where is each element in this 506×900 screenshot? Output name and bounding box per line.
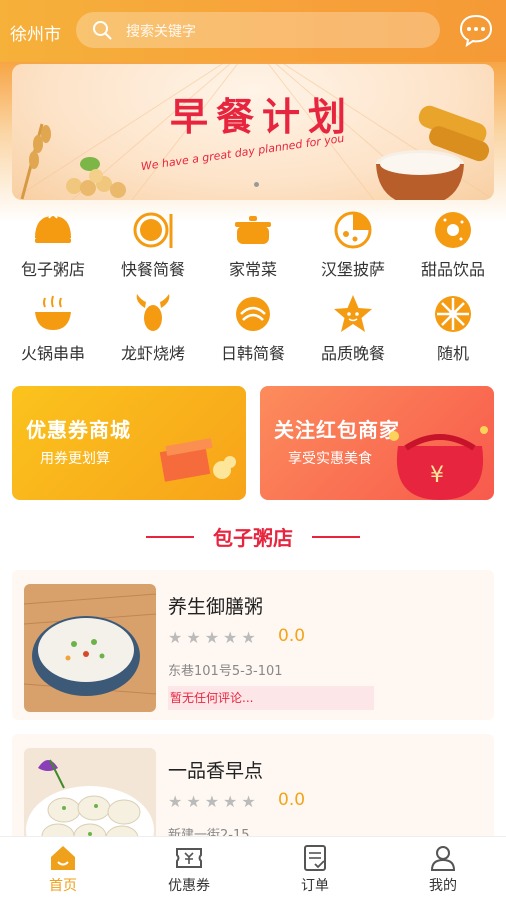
rating-stars: ★★★★★ [168,628,260,647]
porridge-image [24,584,156,712]
shop-name: 一品香早点 [168,760,264,782]
nav-home[interactable]: 首页 [0,843,126,895]
nav-label: 首页 [49,878,77,894]
search-placeholder: 搜索关键字 [126,24,196,40]
nav-label: 订单 [301,878,329,894]
gift-box-icon [159,438,236,482]
category-lobster-bbq[interactable]: 龙虾烧烤 [103,292,203,364]
red-packet-subtitle: 享受实惠美食 [288,451,372,467]
soymilk-image [376,105,490,200]
pizza-icon [334,211,372,249]
bun-icon [35,214,71,243]
home-icon [51,846,75,870]
nav-coupon[interactable]: 优惠券 [126,843,252,895]
category-quality-dinner[interactable]: 品质晚餐 [303,292,403,364]
coupon-mall-subtitle: 用券更划算 [40,451,110,467]
lobster-icon [136,294,170,331]
pot-icon [235,216,271,244]
review-snippet: 暂无任何评论... [168,686,374,710]
category-random[interactable]: 随机 [403,292,503,364]
nav-profile[interactable]: 我的 [380,843,506,895]
rating-score: 0.0 [278,626,306,646]
section-header: 包子粥店 [0,522,506,551]
shop-card[interactable]: 养生御膳粥 ★★★★★ 0.0 东巷101号5-3-101 暂无任何评论... [12,570,494,720]
category-label: 家常菜 [228,260,277,279]
category-burger-pizza[interactable]: 汉堡披萨 [303,208,403,280]
user-icon [430,846,456,871]
red-envelope-icon: ¥ [389,426,488,500]
coupon-icon [176,848,202,868]
hotpot-icon [35,295,71,330]
random-icon [435,296,471,332]
nav-orders[interactable]: 订单 [252,843,378,895]
promo-banner[interactable]: 早餐计划 We have a great day planned for you [12,64,494,200]
top-header: 徐州市 搜索关键字 [0,0,506,62]
category-bun[interactable]: 包子粥店 [3,208,103,280]
plate-icon [133,212,173,248]
red-packet-card[interactable]: 关注红包商家 享受实惠美食 ¥ [260,386,494,500]
category-label: 龙虾烧烤 [120,344,185,363]
search-bar[interactable]: 搜索关键字 [76,12,440,48]
shop-name: 养生御膳粥 [168,596,264,618]
category-label: 品质晚餐 [320,344,385,363]
banner-title: 早餐计划 [170,94,355,139]
category-label: 甜品饮品 [420,260,485,279]
rating-score: 0.0 [278,790,306,810]
nav-label: 优惠券 [168,878,210,894]
category-label: 快餐简餐 [120,260,185,279]
category-label: 日韩简餐 [220,344,285,363]
carousel-indicator [254,182,259,187]
message-icon[interactable] [458,12,494,48]
svg-text:¥: ¥ [430,463,444,488]
city-selector[interactable]: 徐州市 [10,20,61,45]
category-label: 包子粥店 [20,260,85,279]
search-icon [93,21,112,40]
category-jp-kr[interactable]: 日韩简餐 [203,292,303,364]
shop-address: 东巷101号5-3-101 [168,664,283,679]
order-icon [304,845,326,871]
star-icon [334,295,372,332]
section-title: 包子粥店 [213,526,293,550]
coupon-mall-card[interactable]: 优惠券商城 用券更划算 [12,386,246,500]
divider-right [312,535,361,538]
category-homestyle[interactable]: 家常菜 [203,208,303,280]
category-label: 汉堡披萨 [320,260,385,279]
divider-left [145,535,194,538]
bottom-nav: 首页 优惠券 订单 我的 [0,836,506,900]
category-dessert[interactable]: 甜品饮品 [403,208,503,280]
coupon-mall-title: 优惠券商城 [26,418,131,442]
sushi-icon [236,297,270,331]
category-hotpot[interactable]: 火锅串串 [3,292,103,364]
category-label: 火锅串串 [20,344,85,363]
category-label: 随机 [436,344,469,363]
wheat-image [20,123,126,200]
rating-stars: ★★★★★ [168,792,260,811]
category-fastfood[interactable]: 快餐简餐 [103,208,203,280]
donut-icon [435,212,471,248]
nav-label: 我的 [429,878,457,894]
